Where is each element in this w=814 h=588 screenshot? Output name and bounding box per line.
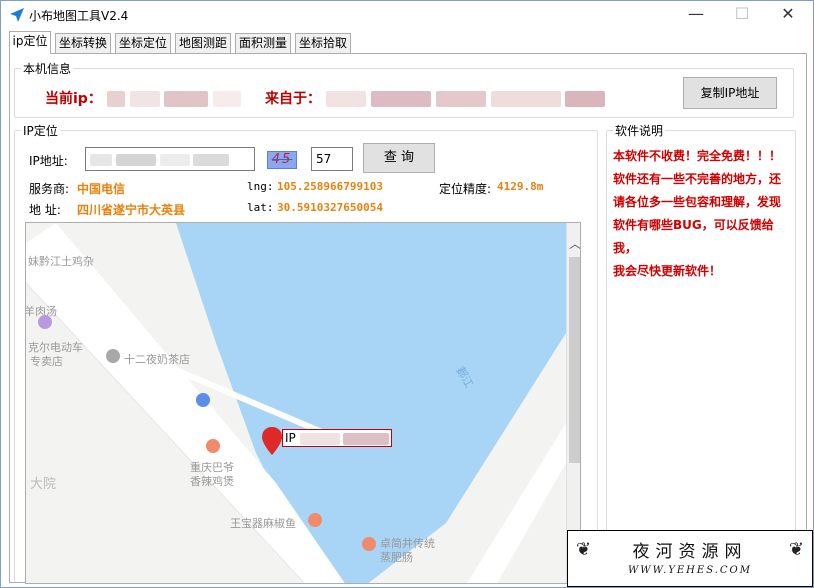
poi-icon [38,315,52,329]
close-button[interactable]: ✕ [765,1,811,29]
lng-value: 105.258966799103 [277,180,383,193]
redacted-ip-input-3 [159,153,190,166]
redacted-ip-1 [106,91,125,107]
marker-label-box: IP [282,429,392,447]
restaurant-icon [362,537,376,551]
redacted-ip-4 [213,91,242,107]
redacted-ip-input-4 [193,153,230,166]
info-line: 软件有哪些BUG，可以反馈给我， [613,218,774,255]
poi-label[interactable]: 蒸肥肠 [380,549,413,565]
tab-coordinate-pick[interactable]: 坐标拾取 [295,33,351,53]
redacted-ip-3 [164,91,209,107]
watermark-url: WWW.YEHES.COM [628,565,752,576]
redacted-ip-input-1 [90,153,112,166]
precision-label: 定位精度: [439,182,492,196]
isp-value: 中国电信 [77,182,126,196]
lng-label: lng: [247,180,274,193]
info-line: 软件还有一些不完善的地方，还 [613,172,782,186]
info-line: 我会尽快更新软件！ [613,264,722,278]
minimize-button[interactable]: — [673,1,719,29]
location-pin-icon[interactable] [262,427,282,455]
navigation-arrow-icon [10,8,24,22]
watermark: ❦ ❦ 夜河资源网 WWW.YEHES.COM [567,530,813,587]
redacted-marker-1 [299,432,340,445]
from-row: 来自于： [265,88,606,108]
poi-label[interactable]: 香辣鸡煲 [190,473,234,489]
tab-map-distance[interactable]: 地图测距 [175,33,231,53]
ip-address-input[interactable] [85,147,255,171]
scrollbar-thumb[interactable] [569,257,580,463]
tab-coordinate-locate[interactable]: 坐标定位 [115,33,171,53]
redacted-marker-2 [343,432,390,445]
tab-coordinate-convert[interactable]: 坐标转换 [55,33,111,53]
title-bar: 小布地图工具V2.4 — ☐ ✕ [1,1,813,31]
redacted-location-1 [325,91,366,107]
redacted-location-3 [435,91,486,107]
address-value: 四川省遂宁市大英县 [77,203,186,217]
precision-value: 4129.8m [497,180,544,193]
from-label: 来自于： [265,91,321,107]
redacted-ip-2 [129,91,160,107]
restaurant-icon [206,439,220,453]
maximize-button[interactable]: ☐ [719,1,765,29]
marker-label: IP [285,431,296,445]
restaurant-icon [308,513,322,527]
poi-label[interactable]: 王宝器麻椒鱼 [230,515,296,531]
scroll-up-icon[interactable]: ︿ [569,235,580,252]
watermark-title: 夜河资源网 [632,542,748,562]
bus-stop-icon [196,393,210,407]
window-title: 小布地图工具V2.4 [29,9,129,23]
poi-icon [106,349,120,363]
info-line: 请各位多一些包容和理解，发现 [613,195,782,209]
info-line: 本软件不收费！完全免费！！！ [613,149,782,163]
software-info-group: 软件说明 本软件不收费！完全免费！！！ 软件还有一些不完善的地方，还 请各位多一… [606,122,796,582]
redacted-ip-input-2 [115,153,156,166]
redacted-location-2 [370,91,431,107]
captcha-image: 45 [267,151,297,169]
redacted-location-4 [490,91,561,107]
poi-label[interactable]: 专卖店 [30,353,63,369]
ip-location-group: IP定位 IP地址: 45 57 查 询 服务商: 中国电信 lng: 105.… [14,122,598,584]
tab-content: 本机信息 当前ip： 来自于： 复制IP地址 IP定位 IP地址: 45 57 … [9,53,807,584]
tab-area-measure[interactable]: 面积测量 [235,33,291,53]
redacted-location-5 [565,91,606,107]
lat-label: lat: [247,201,274,214]
ip-location-legend: IP定位 [21,122,60,139]
map-canvas[interactable] [26,223,566,584]
software-info-text: 本软件不收费！完全免费！！！ 软件还有一些不完善的地方，还 请各位多一些包容和理… [613,145,793,283]
poi-label[interactable]: 十二夜奶茶店 [124,351,190,367]
address-label: 地 址: [29,203,61,217]
captcha-input[interactable]: 57 [311,147,353,171]
local-info-group: 本机信息 当前ip： 来自于： 复制IP地址 [14,60,794,118]
isp-label: 服务商: [29,182,70,196]
main-window: 小布地图工具V2.4 — ☐ ✕ ip定位 坐标转换 坐标定位 地图测距 面积测… [0,0,814,588]
current-ip-row: 当前ip： [45,88,242,108]
local-info-legend: 本机信息 [21,60,74,77]
query-button[interactable]: 查 询 [363,143,435,173]
lat-value: 30.5910327650054 [277,201,383,214]
map-view[interactable]: 妹黔江土鸡杂 羊肉汤 克尔电动车 专卖店 十二夜奶茶店 重庆巴爷 香辣鸡煲 大院… [25,222,581,584]
poi-label[interactable]: 大院 [30,473,56,492]
poi-label[interactable]: 妹黔江土鸡杂 [28,253,94,269]
current-ip-label: 当前ip： [45,91,102,107]
ip-address-label: IP地址: [29,154,68,168]
copy-ip-button[interactable]: 复制IP地址 [683,77,777,109]
software-info-legend: 软件说明 [613,122,666,139]
tab-ip-location[interactable]: ip定位 [9,31,51,54]
